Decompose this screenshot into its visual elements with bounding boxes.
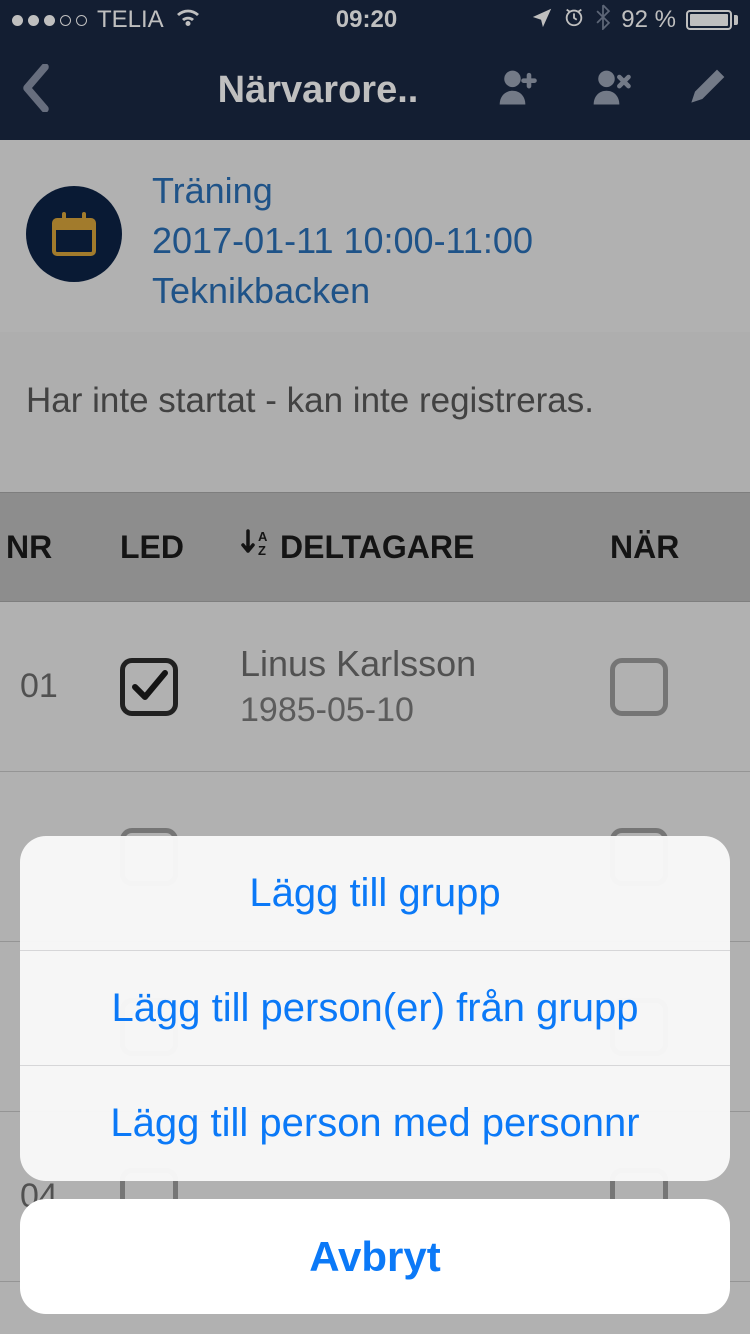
action-add-group[interactable]: Lägg till grupp [20, 836, 730, 951]
action-add-persons-from-group[interactable]: Lägg till person(er) från grupp [20, 951, 730, 1066]
action-add-person-by-id[interactable]: Lägg till person med personnr [20, 1066, 730, 1181]
action-sheet: Lägg till grupp Lägg till person(er) frå… [20, 836, 730, 1314]
action-cancel[interactable]: Avbryt [20, 1199, 730, 1314]
